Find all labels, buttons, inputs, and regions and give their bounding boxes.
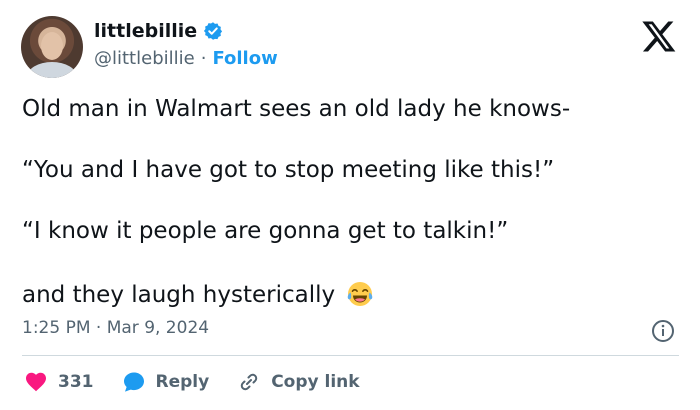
author-handle-row: @littlebillie · Follow (94, 48, 278, 69)
info-icon[interactable] (651, 319, 675, 343)
tweet-line-4-container: and they laugh hysterically (22, 280, 374, 308)
tweet-line-4: and they laugh hysterically (22, 282, 336, 308)
verified-badge-icon (204, 22, 223, 40)
heart-icon (26, 372, 46, 392)
reply-button[interactable]: Reply (122, 370, 210, 394)
like-button[interactable]: 331 (24, 370, 94, 394)
x-logo-icon[interactable] (641, 18, 677, 54)
divider (22, 355, 679, 356)
author-handle[interactable]: @littlebillie (94, 48, 195, 69)
reply-bubble-icon (123, 372, 144, 392)
tweet-timestamp[interactable]: 1:25 PM · Mar 9, 2024 (22, 318, 209, 338)
like-count: 331 (58, 372, 94, 392)
author-name[interactable]: littlebillie (94, 20, 197, 42)
avatar[interactable] (21, 16, 83, 78)
reply-label: Reply (155, 372, 210, 392)
action-bar: 331 Reply Copy link (24, 370, 360, 394)
author-name-row: littlebillie (94, 20, 223, 42)
copy-link-button[interactable]: Copy link (237, 370, 360, 394)
tears-of-joy-emoji-icon (348, 282, 373, 306)
link-icon (240, 373, 258, 391)
follow-button[interactable]: Follow (212, 48, 277, 69)
copy-link-label: Copy link (271, 372, 360, 392)
tweet-line-3: “I know it people are gonna get to talki… (22, 218, 509, 244)
tweet-line-1: Old man in Walmart sees an old lady he k… (22, 96, 571, 122)
tweet-line-2: “You and I have got to stop meeting like… (22, 157, 555, 183)
separator-dot: · (200, 48, 207, 69)
